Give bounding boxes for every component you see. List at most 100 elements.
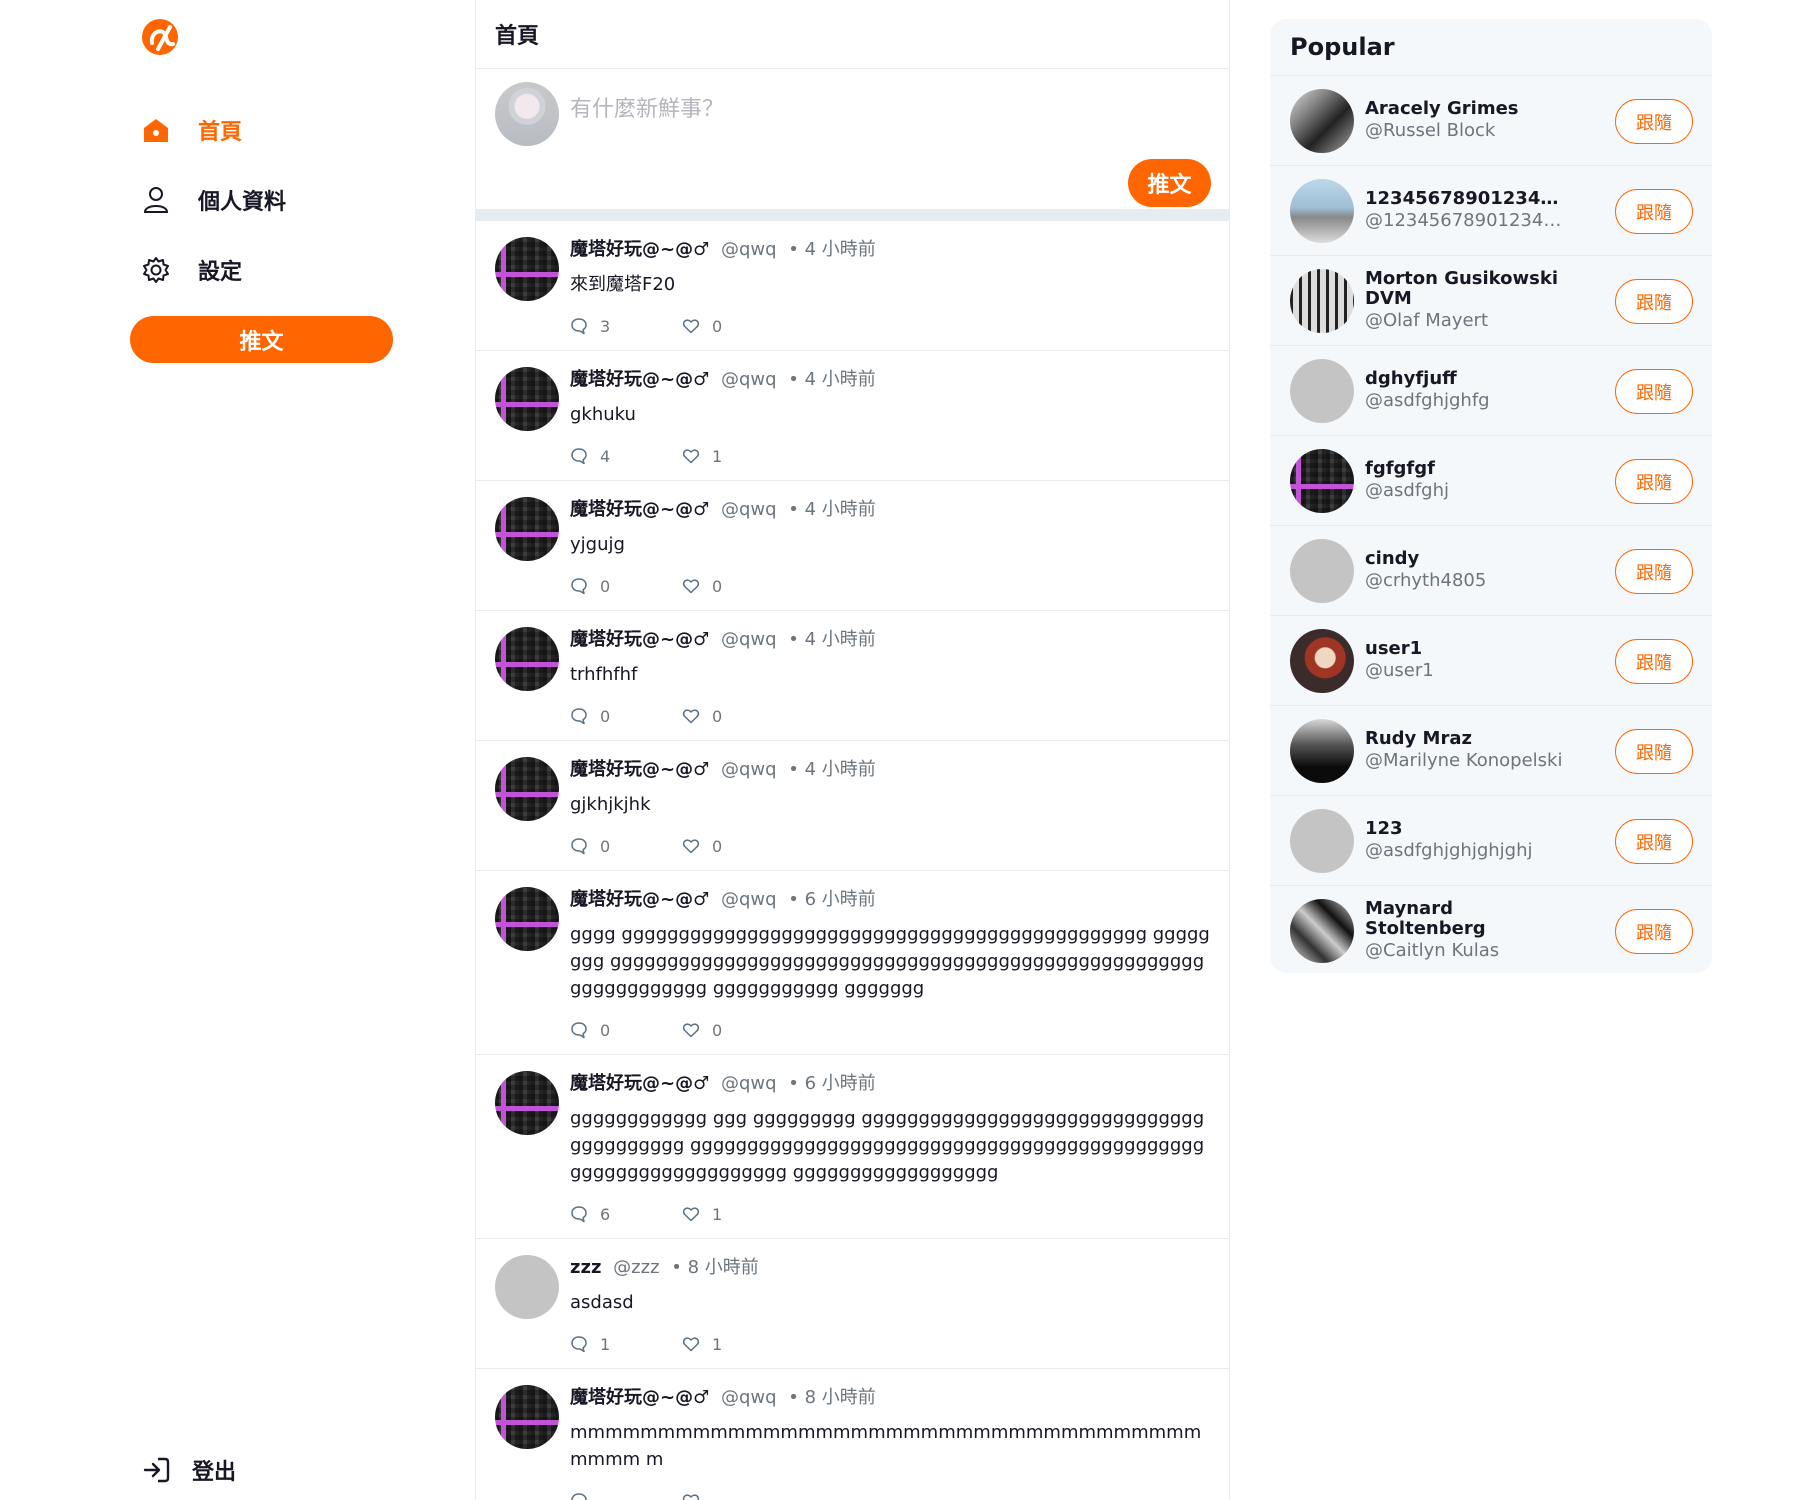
nav-item-home[interactable]: 首頁 <box>140 112 242 148</box>
nav-item-settings[interactable]: 設定 <box>140 252 242 288</box>
tweet-author-name[interactable]: 魔塔好玩@~@♂ <box>570 239 709 260</box>
tweet-author-name[interactable]: zzz <box>570 1257 601 1278</box>
popular-user-handle[interactable]: @123456789012345... <box>1365 209 1565 233</box>
popular-user-name[interactable]: fgfgfgf <box>1365 459 1565 479</box>
follow-button[interactable]: 跟隨 <box>1615 369 1693 414</box>
like-button[interactable]: 1 <box>682 447 722 466</box>
tweet-avatar[interactable] <box>495 1385 559 1449</box>
popular-user-handle[interactable]: @Marilyne Konopelski <box>1365 749 1565 773</box>
popular-user-name[interactable]: Morton Gusikowski DVM <box>1365 269 1565 309</box>
like-button[interactable]: 1 <box>682 1335 722 1354</box>
reply-button[interactable]: 4 <box>570 447 682 466</box>
popular-user-handle[interactable]: @Olaf Mayert <box>1365 309 1565 333</box>
tweet-avatar[interactable] <box>495 757 559 821</box>
popular-user-handle[interactable]: @asdfghjghjghjghj <box>1365 839 1565 863</box>
tweet-item[interactable]: 魔塔好玩@~@♂ @qwq • 4 小時前 gkhuku 4 1 <box>476 351 1229 481</box>
tweet-author-handle[interactable]: @zzz <box>613 1257 659 1278</box>
tweet-item[interactable]: zzz @zzz • 8 小時前 asdasd 1 1 <box>476 1239 1229 1369</box>
popular-user-handle[interactable]: @asdfghjghfg <box>1365 389 1565 413</box>
popular-user-avatar[interactable] <box>1290 359 1354 423</box>
popular-user-avatar[interactable] <box>1290 719 1354 783</box>
popular-user-name[interactable]: Maynard Stoltenberg <box>1365 899 1565 939</box>
tweet-item[interactable]: 魔塔好玩@~@♂ @qwq • 8 小時前 mmmmmmmmmmmmmmmmmm… <box>476 1369 1229 1500</box>
follow-button[interactable]: 跟隨 <box>1615 729 1693 774</box>
like-button[interactable]: 0 <box>682 317 722 336</box>
tweet-avatar[interactable] <box>495 887 559 951</box>
popular-user-name[interactable]: user1 <box>1365 639 1565 659</box>
tweet-author-handle[interactable]: @qwq <box>721 369 777 390</box>
tweet-author-name[interactable]: 魔塔好玩@~@♂ <box>570 369 709 390</box>
tweet-avatar[interactable] <box>495 1071 559 1135</box>
tweet-author-handle[interactable]: @qwq <box>721 239 777 260</box>
reply-button[interactable]: 0 <box>570 1021 682 1040</box>
follow-button[interactable]: 跟隨 <box>1615 819 1693 864</box>
tweet-author-handle[interactable]: @qwq <box>721 1387 777 1408</box>
reply-button[interactable]: 1 <box>570 1335 682 1354</box>
tweet-avatar[interactable] <box>495 237 559 301</box>
like-button[interactable]: 0 <box>682 1021 722 1040</box>
like-button[interactable]: 0 <box>682 707 722 726</box>
tweet-author-handle[interactable]: @qwq <box>721 499 777 520</box>
tweet-avatar[interactable] <box>495 497 559 561</box>
sidebar-tweet-button[interactable]: 推文 <box>130 316 393 363</box>
tweet-avatar[interactable] <box>495 627 559 691</box>
reply-button[interactable]: 0 <box>570 707 682 726</box>
popular-user-name[interactable]: 12345678901234567... <box>1365 189 1565 209</box>
reply-button[interactable]: 0 <box>570 837 682 856</box>
tweet-avatar[interactable] <box>495 367 559 431</box>
tweet-item[interactable]: 魔塔好玩@~@♂ @qwq • 6 小時前 gggggggggggg ggg g… <box>476 1055 1229 1239</box>
popular-user-handle[interactable]: @Caitlyn Kulas <box>1365 939 1565 963</box>
popular-user-name[interactable]: cindy <box>1365 549 1565 569</box>
follow-button[interactable]: 跟隨 <box>1615 189 1693 234</box>
follow-button[interactable]: 跟隨 <box>1615 459 1693 504</box>
compose-input[interactable] <box>570 89 1190 129</box>
nav-item-profile[interactable]: 個人資料 <box>140 182 286 218</box>
reply-button[interactable]: 3 <box>570 317 682 336</box>
logout-button[interactable]: 登出 <box>140 1452 236 1488</box>
tweet-author-handle[interactable]: @qwq <box>721 629 777 650</box>
tweet-author-name[interactable]: 魔塔好玩@~@♂ <box>570 629 709 650</box>
like-button[interactable]: 1 <box>682 1205 722 1224</box>
popular-user-handle[interactable]: @user1 <box>1365 659 1565 683</box>
tweet-item[interactable]: 魔塔好玩@~@♂ @qwq • 4 小時前 yjgujg 0 0 <box>476 481 1229 611</box>
popular-user-avatar[interactable] <box>1290 539 1354 603</box>
popular-user-name[interactable]: Aracely Grimes <box>1365 99 1565 119</box>
tweet-item[interactable]: 魔塔好玩@~@♂ @qwq • 4 小時前 trhfhfhf 0 0 <box>476 611 1229 741</box>
like-button[interactable]: 0 <box>682 837 722 856</box>
popular-user-name[interactable]: 123 <box>1365 819 1565 839</box>
tweet-author-name[interactable]: 魔塔好玩@~@♂ <box>570 1387 709 1408</box>
follow-button[interactable]: 跟隨 <box>1615 99 1693 144</box>
tweet-item[interactable]: 魔塔好玩@~@♂ @qwq • 4 小時前 gjkhjkjhk 0 0 <box>476 741 1229 871</box>
tweet-author-handle[interactable]: @qwq <box>721 759 777 780</box>
popular-user-avatar[interactable] <box>1290 179 1354 243</box>
popular-user-handle[interactable]: @Russel Block <box>1365 119 1565 143</box>
popular-user-avatar[interactable] <box>1290 269 1354 333</box>
popular-user-avatar[interactable] <box>1290 629 1354 693</box>
logo-icon[interactable] <box>140 17 180 57</box>
tweet-author-handle[interactable]: @qwq <box>721 1073 777 1094</box>
like-button[interactable]: 0 <box>682 577 722 596</box>
follow-button[interactable]: 跟隨 <box>1615 549 1693 594</box>
reply-button[interactable]: 6 <box>570 1205 682 1224</box>
reply-button[interactable]: 0 <box>570 577 682 596</box>
reply-button[interactable] <box>570 1492 682 1500</box>
tweet-author-handle[interactable]: @qwq <box>721 889 777 910</box>
tweet-author-name[interactable]: 魔塔好玩@~@♂ <box>570 889 709 910</box>
tweet-author-name[interactable]: 魔塔好玩@~@♂ <box>570 1073 709 1094</box>
compose-tweet-button[interactable]: 推文 <box>1128 159 1211 207</box>
tweet-item[interactable]: 魔塔好玩@~@♂ @qwq • 4 小時前 來到魔塔F20 3 0 <box>476 221 1229 351</box>
tweet-author-name[interactable]: 魔塔好玩@~@♂ <box>570 499 709 520</box>
popular-user-name[interactable]: dghyfjuff <box>1365 369 1565 389</box>
tweet-author-name[interactable]: 魔塔好玩@~@♂ <box>570 759 709 780</box>
popular-user-avatar[interactable] <box>1290 809 1354 873</box>
tweet-avatar[interactable] <box>495 1255 559 1319</box>
follow-button[interactable]: 跟隨 <box>1615 909 1693 954</box>
popular-user-name[interactable]: Rudy Mraz <box>1365 729 1565 749</box>
popular-user-avatar[interactable] <box>1290 899 1354 963</box>
tweet-item[interactable]: 魔塔好玩@~@♂ @qwq • 6 小時前 gggg ggggggggggggg… <box>476 871 1229 1055</box>
follow-button[interactable]: 跟隨 <box>1615 639 1693 684</box>
popular-user-avatar[interactable] <box>1290 89 1354 153</box>
popular-user-handle[interactable]: @asdfghj <box>1365 479 1565 503</box>
current-user-avatar[interactable] <box>495 82 559 146</box>
like-button[interactable] <box>682 1492 712 1500</box>
